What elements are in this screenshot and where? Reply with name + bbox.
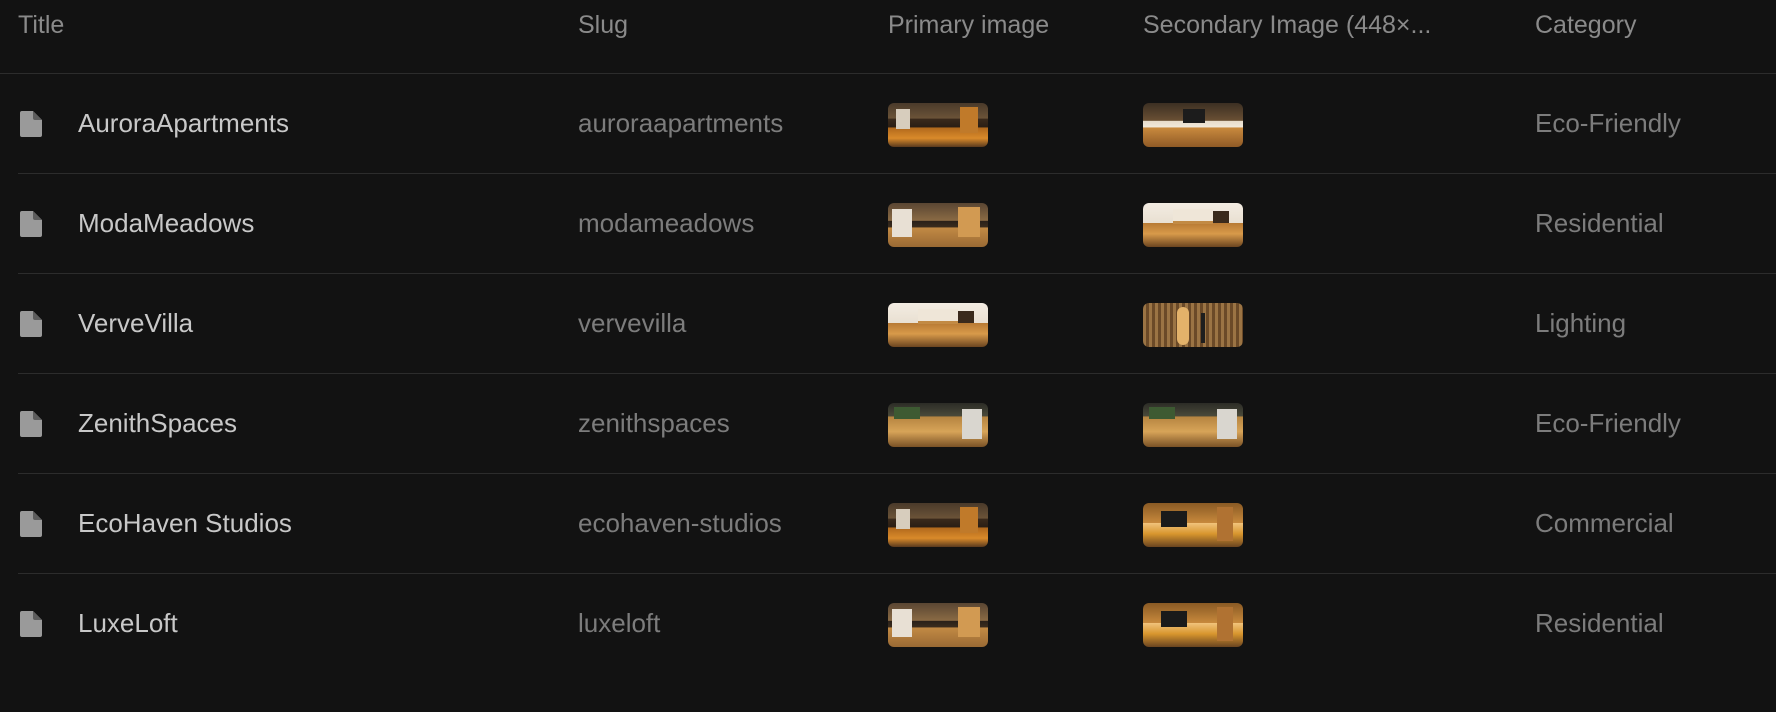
secondary-image-thumbnail[interactable] [1143,303,1243,347]
secondary-image-thumbnail[interactable] [1143,603,1243,647]
secondary-image-thumbnail[interactable] [1143,103,1243,147]
column-header-primary-image[interactable]: Primary image [888,10,1049,40]
row-category: Eco-Friendly [1535,108,1681,138]
document-icon [20,111,42,137]
primary-image-thumbnail[interactable] [888,503,988,547]
table-row[interactable]: ModaMeadows modameadows Residential [18,173,1776,274]
column-header-slug[interactable]: Slug [578,10,628,40]
document-icon [20,211,42,237]
row-category: Eco-Friendly [1535,408,1681,438]
row-title[interactable]: EcoHaven Studios [78,506,292,540]
row-category: Lighting [1535,308,1627,338]
document-icon [20,611,42,637]
row-title[interactable]: ZenithSpaces [78,406,237,440]
row-slug: luxeloft [578,608,661,638]
row-slug: ecohaven-studios [578,508,782,538]
collection-table: Title Slug Primary image Secondary Image… [0,0,1776,712]
column-header-category[interactable]: Category [1535,10,1636,40]
primary-image-thumbnail[interactable] [888,303,988,347]
table-header: Title Slug Primary image Secondary Image… [0,0,1776,74]
row-slug: auroraapartments [578,108,784,138]
table-row[interactable]: VerveVilla vervevilla Lighting [18,273,1776,374]
row-category: Commercial [1535,508,1674,538]
primary-image-thumbnail[interactable] [888,603,988,647]
primary-image-thumbnail[interactable] [888,403,988,447]
document-icon [20,411,42,437]
secondary-image-thumbnail[interactable] [1143,403,1243,447]
row-slug: modameadows [578,208,755,238]
primary-image-thumbnail[interactable] [888,203,988,247]
primary-image-thumbnail[interactable] [888,103,988,147]
secondary-image-thumbnail[interactable] [1143,503,1243,547]
table-row[interactable]: ZenithSpaces zenithspaces Eco-Friendly [18,373,1776,474]
secondary-image-thumbnail[interactable] [1143,203,1243,247]
document-icon [20,511,42,537]
table-row[interactable]: AuroraApartments auroraapartments Eco-Fr… [18,73,1776,174]
row-category: Residential [1535,208,1664,238]
row-title[interactable]: ModaMeadows [78,206,254,240]
table-row[interactable]: EcoHaven Studios ecohaven-studios Commer… [18,473,1776,574]
row-category: Residential [1535,608,1664,638]
row-slug: zenithspaces [578,408,730,438]
row-slug: vervevilla [578,308,687,338]
column-header-secondary-image[interactable]: Secondary Image (448×... [1143,10,1431,40]
table-row[interactable]: LuxeLoft luxeloft Residential [18,573,1776,673]
row-title[interactable]: LuxeLoft [78,606,178,640]
row-title[interactable]: VerveVilla [78,306,193,340]
row-title[interactable]: AuroraApartments [78,106,289,140]
document-icon [20,311,42,337]
column-header-title[interactable]: Title [18,10,64,40]
